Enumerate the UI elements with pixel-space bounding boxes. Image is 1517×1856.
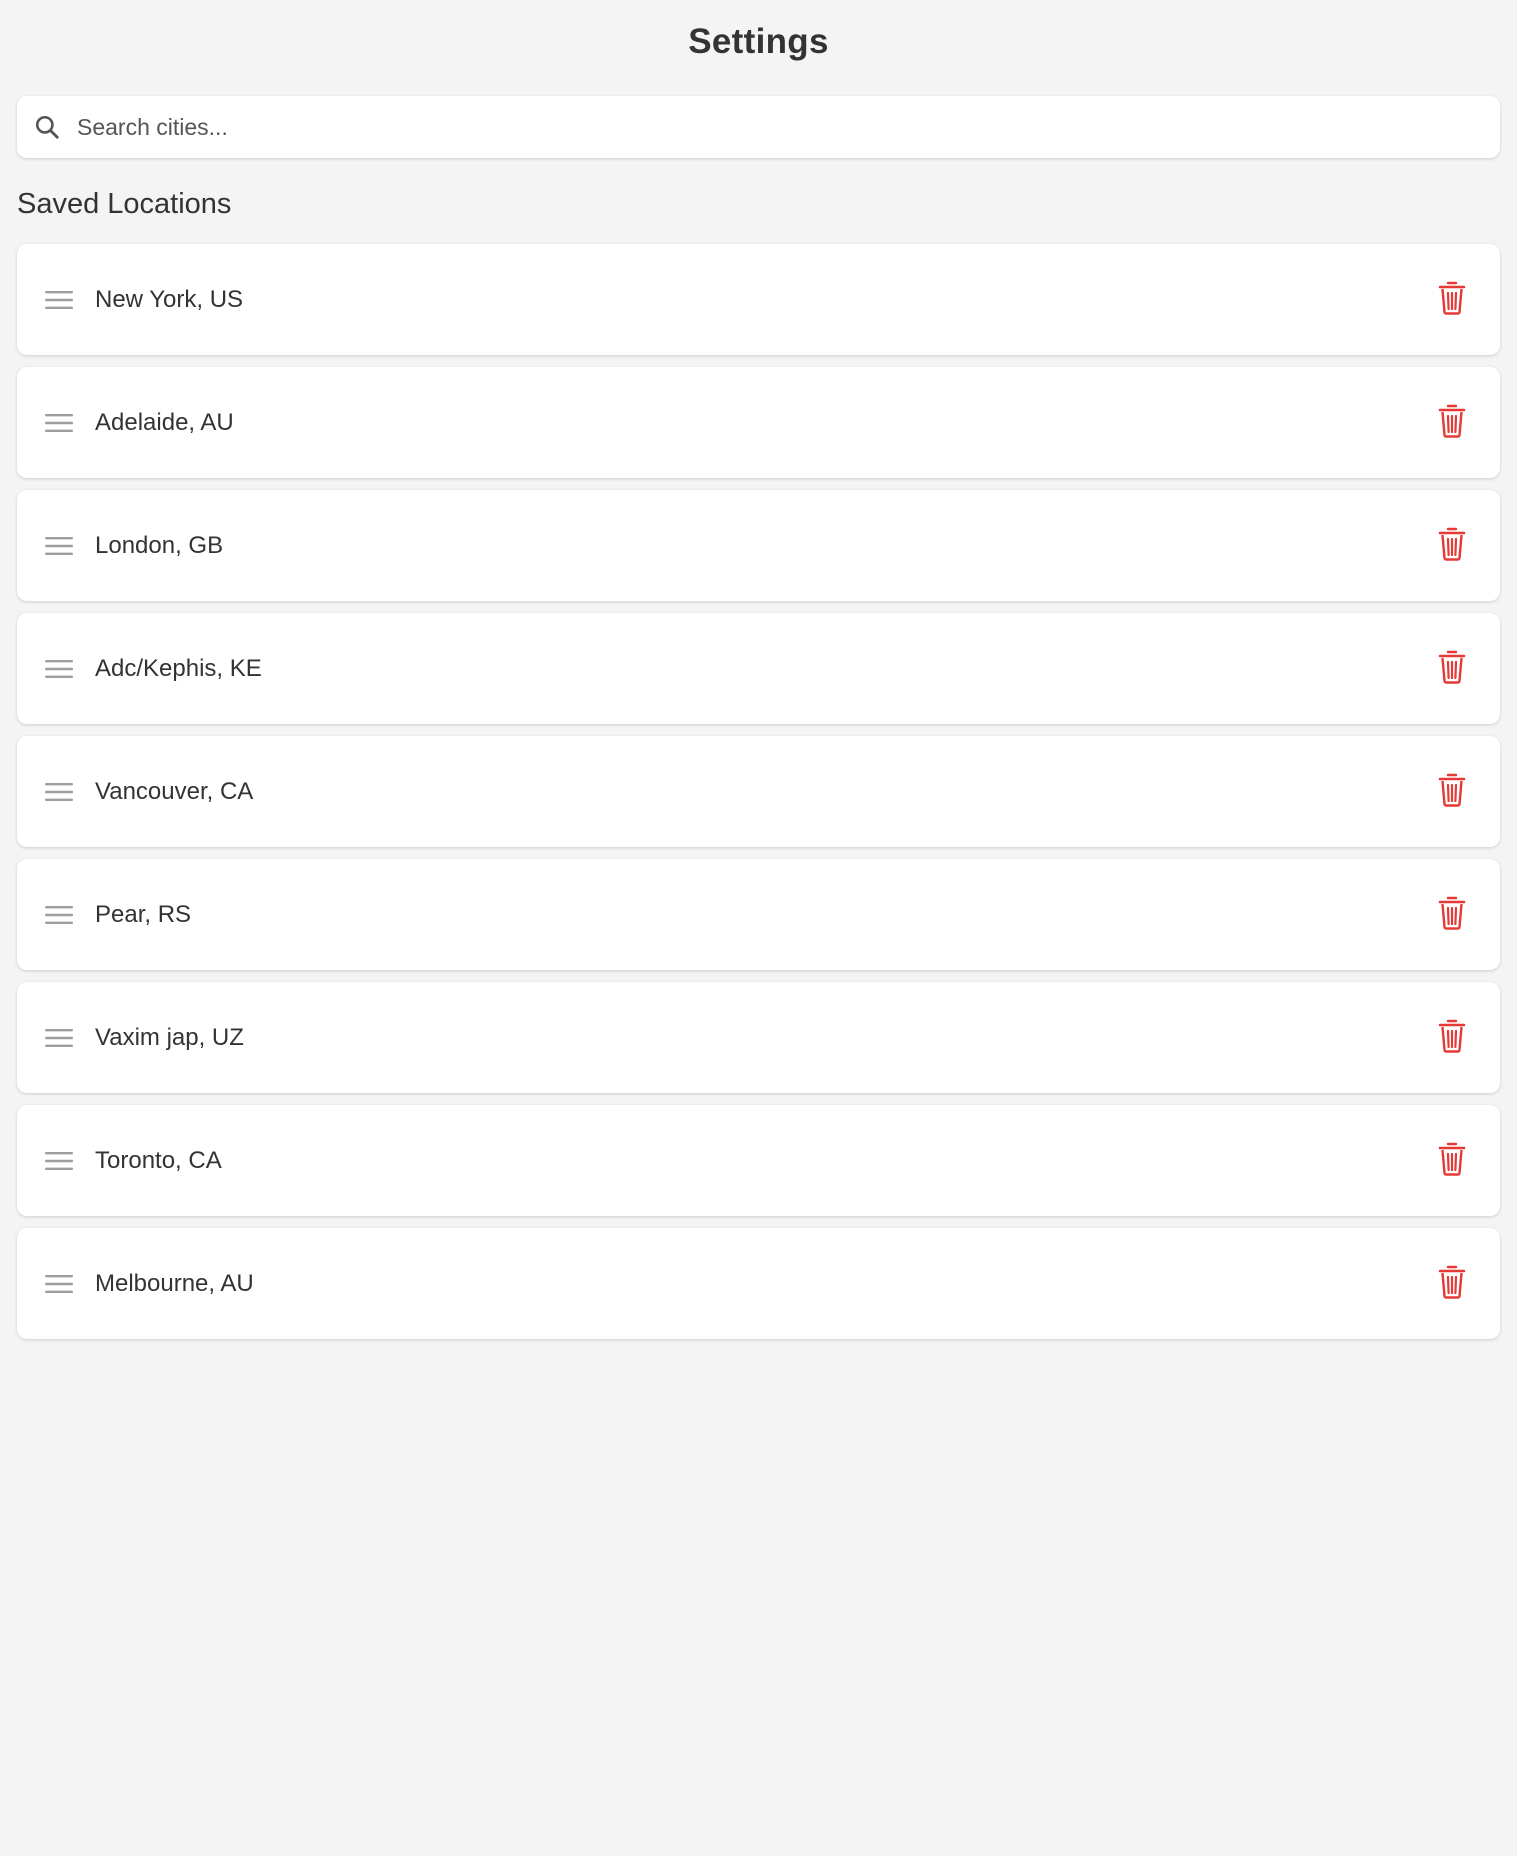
location-label: Melbourne, AU: [95, 1269, 254, 1297]
drag-handle-icon[interactable]: [45, 901, 73, 929]
location-label: Vaxim jap, UZ: [95, 1023, 244, 1051]
location-item[interactable]: Pear, RS: [17, 859, 1500, 970]
trash-icon: [1438, 773, 1466, 810]
delete-location-button[interactable]: [1432, 1264, 1472, 1304]
trash-icon: [1438, 404, 1466, 441]
location-label: Adelaide, AU: [95, 408, 234, 436]
trash-icon: [1438, 1265, 1466, 1302]
drag-handle-icon[interactable]: [45, 532, 73, 560]
location-item[interactable]: Adc/Kephis, KE: [17, 613, 1500, 724]
location-label: Vancouver, CA: [95, 777, 254, 805]
drag-handle-icon[interactable]: [45, 409, 73, 437]
trash-icon: [1438, 527, 1466, 564]
delete-location-button[interactable]: [1432, 1141, 1472, 1181]
location-item[interactable]: Vaxim jap, UZ: [17, 982, 1500, 1093]
delete-location-button[interactable]: [1432, 772, 1472, 812]
delete-location-button[interactable]: [1432, 403, 1472, 443]
location-item[interactable]: Toronto, CA: [17, 1105, 1500, 1216]
delete-location-button[interactable]: [1432, 649, 1472, 689]
location-item[interactable]: London, GB: [17, 490, 1500, 601]
saved-locations-heading: Saved Locations: [17, 188, 232, 220]
trash-icon: [1438, 1019, 1466, 1056]
location-label: London, GB: [95, 531, 224, 559]
delete-location-button[interactable]: [1432, 1018, 1472, 1058]
drag-handle-icon[interactable]: [45, 655, 73, 683]
trash-icon: [1438, 650, 1466, 687]
trash-icon: [1438, 281, 1466, 318]
search-input[interactable]: [75, 95, 1484, 159]
location-label: New York, US: [95, 285, 244, 313]
location-item[interactable]: Melbourne, AU: [17, 1228, 1500, 1339]
search-icon: [33, 113, 61, 141]
delete-location-button[interactable]: [1432, 526, 1472, 566]
page-title: Settings: [688, 22, 829, 61]
drag-handle-icon[interactable]: [45, 1024, 73, 1052]
drag-handle-icon[interactable]: [45, 286, 73, 314]
drag-handle-icon[interactable]: [45, 1270, 73, 1298]
location-label: Pear, RS: [95, 900, 192, 928]
location-item[interactable]: Vancouver, CA: [17, 736, 1500, 847]
location-item[interactable]: Adelaide, AU: [17, 367, 1500, 478]
delete-location-button[interactable]: [1432, 280, 1472, 320]
drag-handle-icon[interactable]: [45, 1147, 73, 1175]
location-label: Adc/Kephis, KE: [95, 654, 262, 682]
saved-locations-list: New York, US Adelaide, AU London, GB Adc…: [17, 244, 1500, 1339]
drag-handle-icon[interactable]: [45, 778, 73, 806]
search-bar[interactable]: [17, 95, 1500, 159]
delete-location-button[interactable]: [1432, 895, 1472, 935]
location-label: Toronto, CA: [95, 1146, 222, 1174]
settings-screen: Settings Saved Locations New York, US: [0, 0, 1517, 1856]
trash-icon: [1438, 1142, 1466, 1179]
location-item[interactable]: New York, US: [17, 244, 1500, 355]
trash-icon: [1438, 896, 1466, 933]
